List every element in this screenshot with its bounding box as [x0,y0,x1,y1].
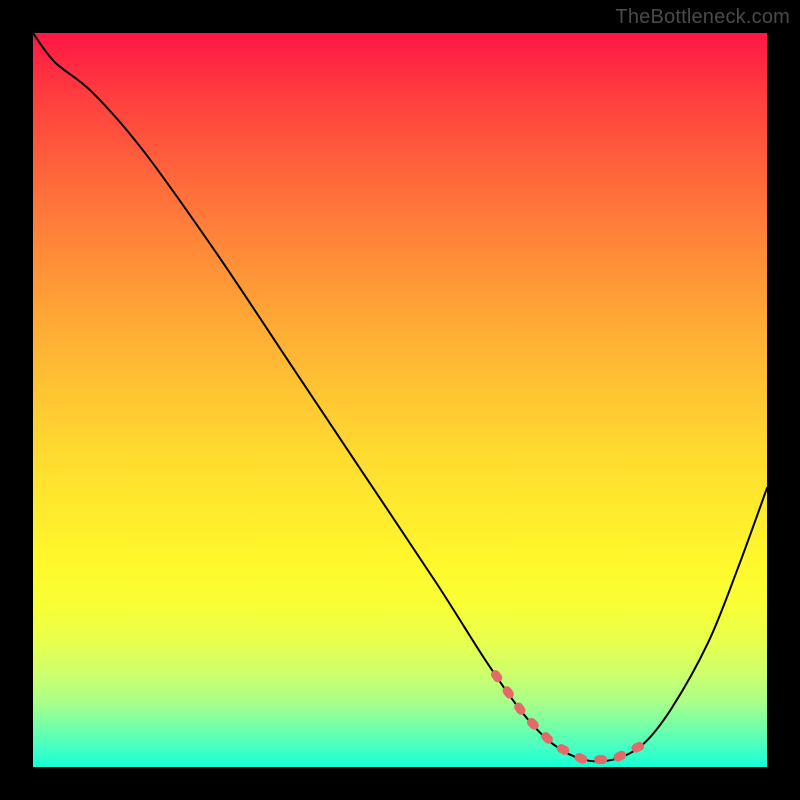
watermark-text: TheBottleneck.com [615,6,790,29]
valley-marker-band [495,675,649,760]
bottleneck-curve-line [33,33,767,761]
bottleneck-curve-svg [33,33,767,767]
chart-plot-area [33,33,767,767]
